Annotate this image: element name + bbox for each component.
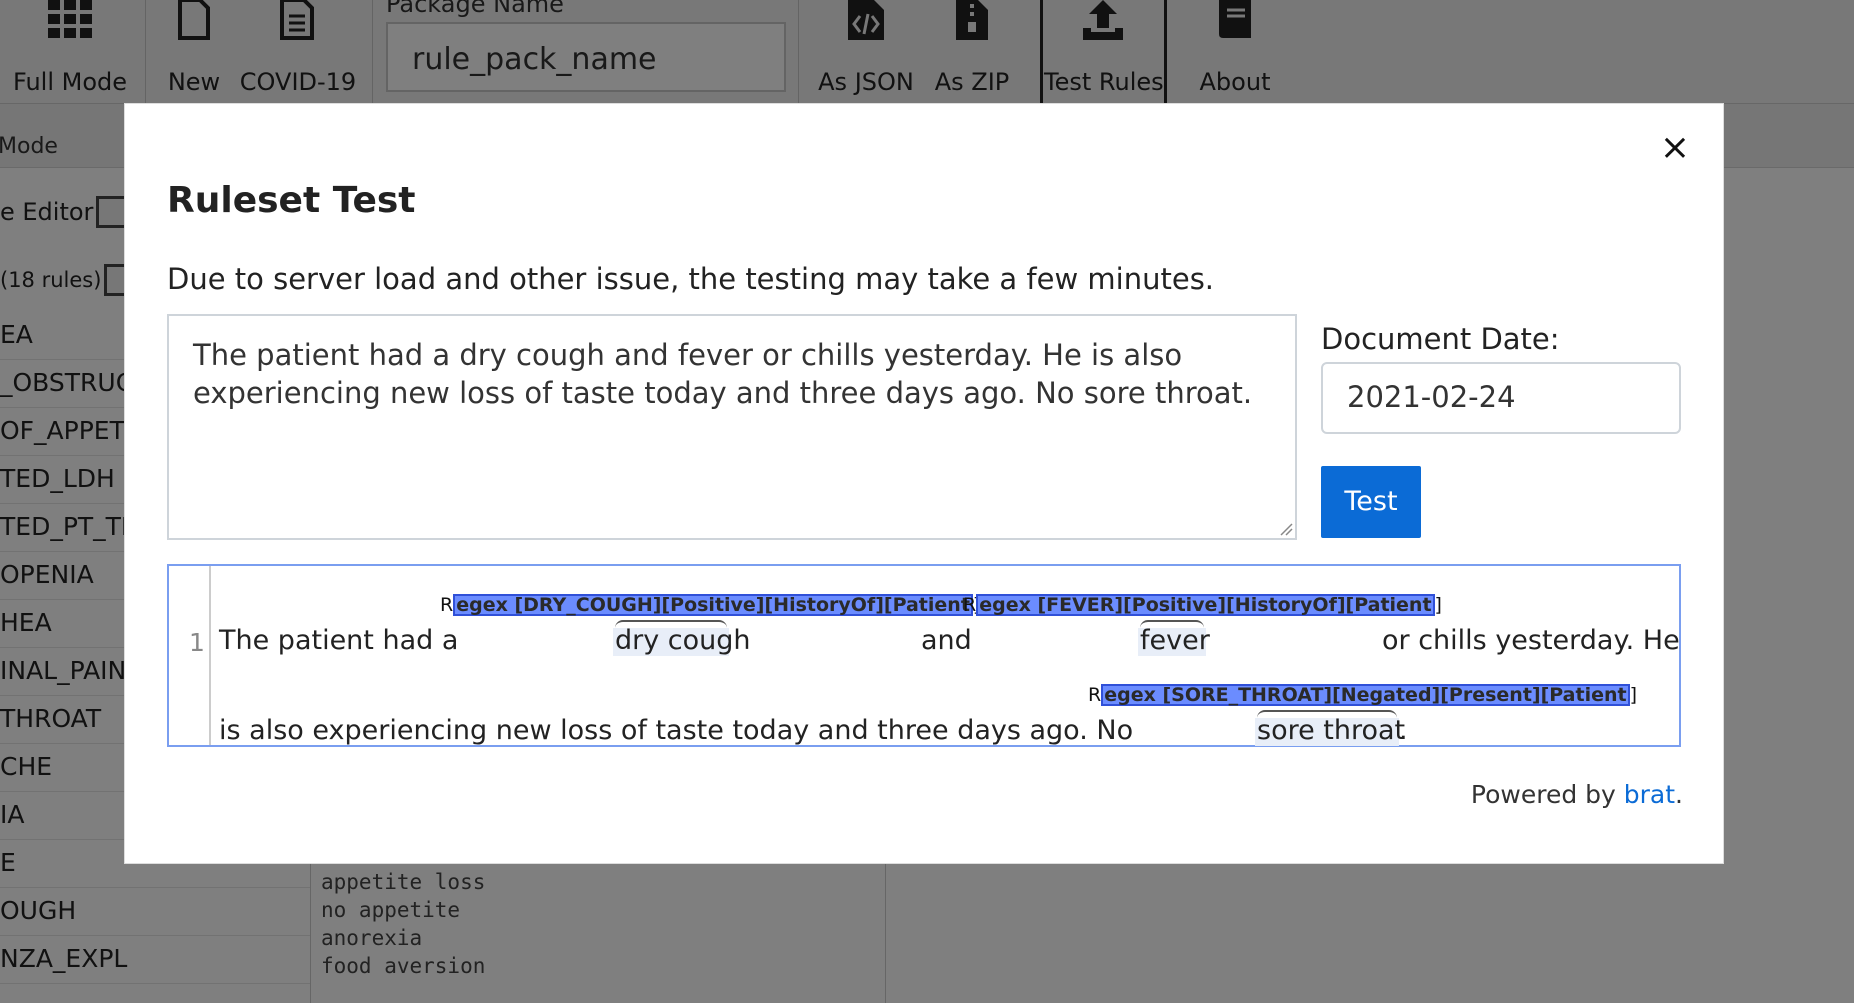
annotation-suffix: ] <box>1629 684 1638 706</box>
powered-by: Powered by brat. <box>1471 780 1683 809</box>
powered-by-text: Powered by <box>1470 780 1616 809</box>
document-date-input[interactable]: 2021-02-24 <box>1321 362 1681 434</box>
modal-note: Due to server load and other issue, the … <box>167 262 1215 296</box>
text-segment: The patient had a <box>219 625 459 656</box>
text-segment: . <box>1399 715 1408 746</box>
ruleset-test-modal: × Ruleset Test Due to server load and ot… <box>124 103 1724 864</box>
annotation-label[interactable]: Regex [SORE_THROAT][Negated][Present][Pa… <box>1088 684 1637 706</box>
text-segment: or chills yesterday. He <box>1382 625 1680 656</box>
annotation-prefix: R <box>963 594 977 616</box>
annotated-span[interactable]: dry cough <box>615 625 751 656</box>
annotated-span[interactable]: sore throat <box>1257 715 1405 746</box>
brat-visualization: 1 Regex [DRY_COUGH][Positive][HistoryOf]… <box>167 564 1681 747</box>
line-number: 1 <box>189 628 205 657</box>
test-button[interactable]: Test <box>1321 466 1421 538</box>
annotation-suffix: ] <box>1434 594 1442 616</box>
brat-link[interactable]: brat <box>1624 780 1675 809</box>
text-segment: is also experiencing new loss of taste t… <box>219 715 1134 746</box>
annotation-prefix: R <box>440 594 454 616</box>
text-segment: and <box>921 625 972 656</box>
modal-title: Ruleset Test <box>167 180 416 221</box>
test-text-input[interactable]: The patient had a dry cough and fever or… <box>167 314 1297 540</box>
annotation-box: egex [SORE_THROAT][Negated][Present][Pat… <box>1101 684 1630 706</box>
powered-by-suffix: . <box>1675 780 1683 809</box>
resize-grip-icon[interactable] <box>1279 522 1293 536</box>
annotation-label[interactable]: Regex [DRY_COUGH][Positive][HistoryOf][P… <box>440 594 980 616</box>
annotation-label[interactable]: Regex [FEVER][Positive][HistoryOf][Patie… <box>963 594 1442 616</box>
line-number-gutter: 1 <box>169 566 211 745</box>
annotation-prefix: R <box>1088 684 1102 706</box>
annotation-box: egex [DRY_COUGH][Positive][HistoryOf][Pa… <box>453 594 973 616</box>
document-date-label: Document Date: <box>1321 322 1560 356</box>
annotation-box: egex [FEVER][Positive][HistoryOf][Patien… <box>976 594 1435 616</box>
close-icon[interactable]: × <box>1657 130 1693 166</box>
annotated-span[interactable]: fever <box>1140 625 1210 656</box>
